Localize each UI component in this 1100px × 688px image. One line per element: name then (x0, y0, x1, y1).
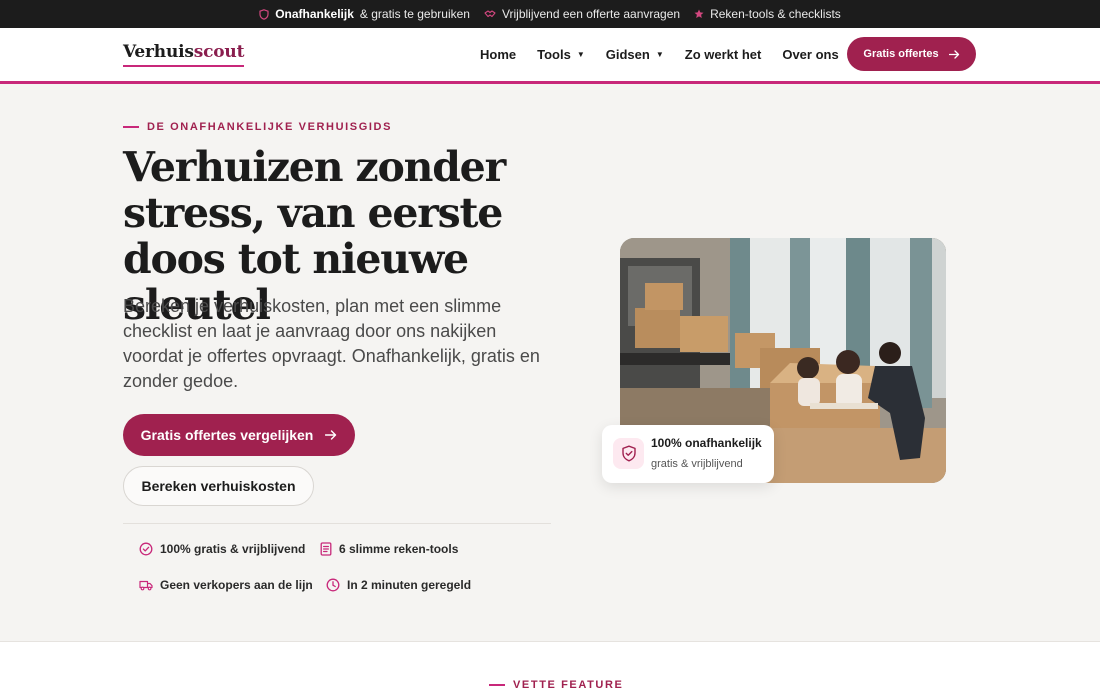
badge-subtitle: gratis & vrijblijvend (651, 458, 743, 470)
eyebrow-line (489, 684, 505, 686)
caret-down-icon: ▼ (655, 50, 664, 59)
logo-text-accent: scout (193, 42, 245, 62)
announcement-bar: Onafhankelijk & gratis te gebruiken Vrij… (0, 0, 1100, 28)
compare-quotes-button[interactable]: Gratis offertes vergelijken (123, 414, 355, 456)
badge-title: 100% onafhankelijk (651, 436, 762, 450)
arrow-right-icon (948, 49, 959, 59)
announcement-text: Reken-tools & checklists (710, 7, 841, 21)
feature-quick: In 2 minuten geregeld (326, 578, 471, 592)
nav-item-gidsen[interactable]: Gidsen ▼ (606, 47, 664, 62)
feature-tools: 6 slimme reken-tools (320, 542, 458, 556)
check-circle-icon (139, 542, 153, 556)
announcement-text: Vrijblijvend een offerte aanvragen (501, 7, 681, 21)
shield-check-icon (621, 445, 636, 462)
nav-item-home[interactable]: Home (480, 47, 516, 62)
announcement-item-quote: Vrijblijvend een offerte aanvragen (484, 7, 680, 21)
feature-section: VETTE FEATURE (0, 641, 1100, 688)
site-logo[interactable]: Verhuisscout (123, 42, 244, 67)
badge-icon-box (613, 438, 644, 469)
compare-quotes-label: Gratis offertes vergelijken (140, 427, 314, 443)
feature-section-eyebrow-text: VETTE FEATURE (513, 679, 624, 688)
feature-label: 100% gratis & vrijblijvend (160, 542, 306, 556)
feature-free: 100% gratis & vrijblijvend (139, 542, 305, 556)
hero-divider (123, 523, 551, 524)
independence-badge: 100% onafhankelijk gratis & vrijblijvend (602, 425, 774, 483)
star-icon (694, 9, 704, 18)
nav-item-zo-werkt-het[interactable]: Zo werkt het (685, 47, 762, 62)
feature-label: In 2 minuten geregeld (347, 578, 472, 592)
truck-icon (139, 580, 153, 591)
arrow-right-icon (325, 430, 337, 440)
calculate-costs-button[interactable]: Bereken verhuiskosten (123, 466, 314, 506)
hero-eyebrow: DE ONAFHANKELIJKE VERHUISGIDS (123, 121, 392, 133)
calculate-costs-label: Bereken verhuiskosten (141, 478, 296, 494)
nav-item-over-ons[interactable]: Over ons (782, 47, 838, 62)
feature-no-sales: Geen verkopers aan de lijn (139, 578, 313, 592)
shield-icon (259, 8, 269, 20)
site-header: Verhuisscout Home Tools ▼ Gidsen ▼ Zo werk… (0, 28, 1100, 84)
document-icon (320, 542, 332, 556)
announcement-bold-text: Onafhankelijk (275, 7, 354, 21)
eyebrow-line (123, 126, 139, 128)
feature-section-eyebrow: VETTE FEATURE (489, 679, 623, 688)
nav-item-label: Tools (537, 47, 571, 62)
feature-label: 6 slimme reken-tools (339, 542, 459, 556)
hero-eyebrow-text: DE ONAFHANKELIJKE VERHUISGIDS (147, 121, 393, 133)
clock-icon (326, 578, 340, 592)
announcement-text: & gratis te gebruiken (359, 7, 470, 21)
nav-item-tools[interactable]: Tools ▼ (537, 47, 585, 62)
hero-lead: Bereken je verhuiskosten, plan met een s… (123, 296, 540, 391)
caret-down-icon: ▼ (576, 50, 585, 59)
logo-text-main: Verhuis (123, 42, 194, 62)
feature-label: Geen verkopers aan de lijn (160, 578, 313, 592)
handshake-icon (484, 10, 496, 18)
nav-item-label: Gidsen (605, 47, 650, 62)
header-quotes-label: Gratis offertes (863, 48, 939, 60)
main-nav: Home Tools ▼ Gidsen ▼ Zo werkt het Over on… (480, 28, 839, 81)
announcement-item-tools: Reken-tools & checklists (694, 7, 841, 21)
header-quotes-button[interactable]: Gratis offertes (847, 37, 976, 71)
announcement-item-independent: Onafhankelijk & gratis te gebruiken (259, 7, 470, 21)
